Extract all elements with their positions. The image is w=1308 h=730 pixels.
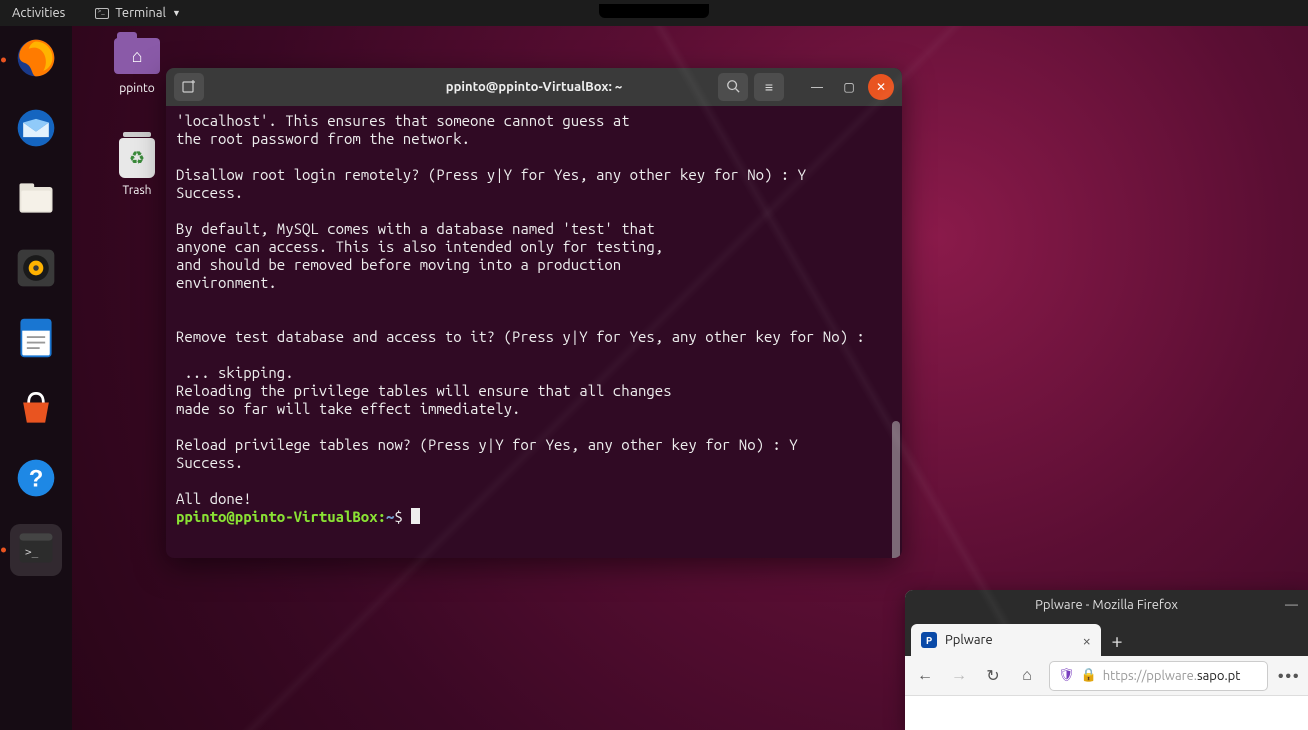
dock-thunderbird[interactable]: [10, 104, 62, 156]
overflow-menu-button[interactable]: •••: [1278, 666, 1300, 686]
dock-firefox[interactable]: [10, 34, 62, 86]
desktop-trash[interactable]: ♻ Trash: [102, 136, 172, 197]
maximize-icon: ▢: [843, 80, 854, 94]
dock-terminal[interactable]: >_: [10, 524, 62, 576]
terminal-titlebar[interactable]: ppinto@ppinto-VirtualBox: ~ ≡ — ▢ ✕: [166, 68, 902, 106]
url-bar[interactable]: 🛡 🔒 https://pplware.sapo.pt: [1049, 661, 1268, 691]
home-icon: ⌂: [1022, 666, 1032, 685]
recycle-icon: ♻: [129, 148, 145, 169]
arrow-left-icon: ←: [917, 666, 933, 685]
software-icon: [14, 386, 58, 434]
libreoffice-writer-icon: [14, 316, 58, 364]
url-domain: sapo.pt: [1197, 669, 1240, 683]
maximize-button[interactable]: ▢: [836, 74, 862, 100]
dock-files[interactable]: [10, 174, 62, 226]
firefox-page-content[interactable]: [905, 696, 1308, 730]
search-button[interactable]: [718, 73, 748, 101]
firefox-minimize-button[interactable]: —: [1285, 598, 1298, 612]
firefox-window[interactable]: Pplware - Mozilla Firefox — P Pplware × …: [905, 590, 1308, 730]
dock-rhythmbox[interactable]: [10, 244, 62, 296]
scrollbar-thumb[interactable]: [892, 421, 900, 558]
clock-area[interactable]: [599, 4, 709, 18]
terminal-icon: >_: [14, 526, 58, 574]
firefox-tab-label: Pplware: [945, 633, 993, 647]
prompt-user: ppinto@ppinto-VirtualBox: [176, 508, 378, 525]
cursor: [411, 508, 420, 524]
tab-close-button[interactable]: ×: [1083, 632, 1091, 649]
terminal-body[interactable]: 'localhost'. This ensures that someone c…: [166, 106, 902, 558]
top-panel: Activities Terminal ▼: [0, 0, 1308, 26]
activities-button[interactable]: Activities: [12, 6, 65, 20]
thunderbird-icon: [14, 106, 58, 154]
back-button[interactable]: ←: [913, 664, 937, 688]
help-icon: ?: [14, 456, 58, 504]
close-icon: ✕: [876, 80, 886, 94]
new-tab-icon: [181, 79, 197, 95]
firefox-toolbar: ← → ↻ ⌂ 🛡 🔒 https://pplware.sapo.pt •••: [905, 656, 1308, 696]
forward-button: →: [947, 664, 971, 688]
firefox-titlebar[interactable]: Pplware - Mozilla Firefox —: [905, 590, 1308, 620]
firefox-tab[interactable]: P Pplware ×: [911, 624, 1101, 656]
lock-icon: 🔒: [1081, 668, 1097, 683]
dock-help[interactable]: ?: [10, 454, 62, 506]
firefox-icon: [14, 36, 58, 84]
new-tab-button[interactable]: [174, 73, 204, 101]
prompt-symbol: $: [394, 508, 402, 525]
dots-icon: •••: [1278, 666, 1300, 686]
svg-text:?: ?: [29, 465, 44, 492]
favicon-icon: P: [921, 632, 937, 648]
minimize-button[interactable]: —: [804, 74, 830, 100]
minimize-icon: —: [811, 81, 823, 94]
app-menu[interactable]: Terminal ▼: [95, 6, 181, 20]
terminal-window[interactable]: ppinto@ppinto-VirtualBox: ~ ≡ — ▢ ✕ 'loc…: [166, 68, 902, 558]
firefox-window-title: Pplware - Mozilla Firefox: [1035, 598, 1178, 612]
home-icon: ⌂: [132, 46, 143, 67]
search-icon: [726, 79, 740, 96]
dock-libreoffice-writer[interactable]: [10, 314, 62, 366]
terminal-icon: [95, 8, 109, 19]
menu-button[interactable]: ≡: [754, 73, 784, 101]
desktop-home-label: ppinto: [102, 82, 172, 95]
new-tab-button[interactable]: +: [1101, 624, 1133, 656]
url-prefix: https://pplware.: [1103, 669, 1197, 683]
files-icon: [14, 176, 58, 224]
firefox-tabbar: P Pplware × +: [905, 620, 1308, 656]
chevron-down-icon: ▼: [172, 8, 181, 18]
arrow-right-icon: →: [951, 666, 967, 685]
hamburger-icon: ≡: [765, 79, 773, 95]
plus-icon: +: [1111, 629, 1122, 652]
reload-button[interactable]: ↻: [981, 664, 1005, 688]
desktop[interactable]: ⌂ ppinto ♻ Trash ppinto@ppinto-VirtualBo…: [72, 26, 1308, 730]
desktop-home-folder[interactable]: ⌂ ppinto: [102, 34, 172, 95]
app-menu-label: Terminal: [115, 6, 166, 20]
shield-icon: 🛡: [1058, 668, 1075, 683]
desktop-trash-label: Trash: [102, 184, 172, 197]
home-button[interactable]: ⌂: [1015, 664, 1039, 688]
close-button[interactable]: ✕: [868, 74, 894, 100]
rhythmbox-icon: [14, 246, 58, 294]
dock-software[interactable]: [10, 384, 62, 436]
terminal-output: 'localhost'. This ensures that someone c…: [176, 112, 865, 507]
dock: ? >_: [0, 26, 72, 730]
svg-text:>_: >_: [25, 545, 39, 558]
reload-icon: ↻: [986, 666, 999, 685]
